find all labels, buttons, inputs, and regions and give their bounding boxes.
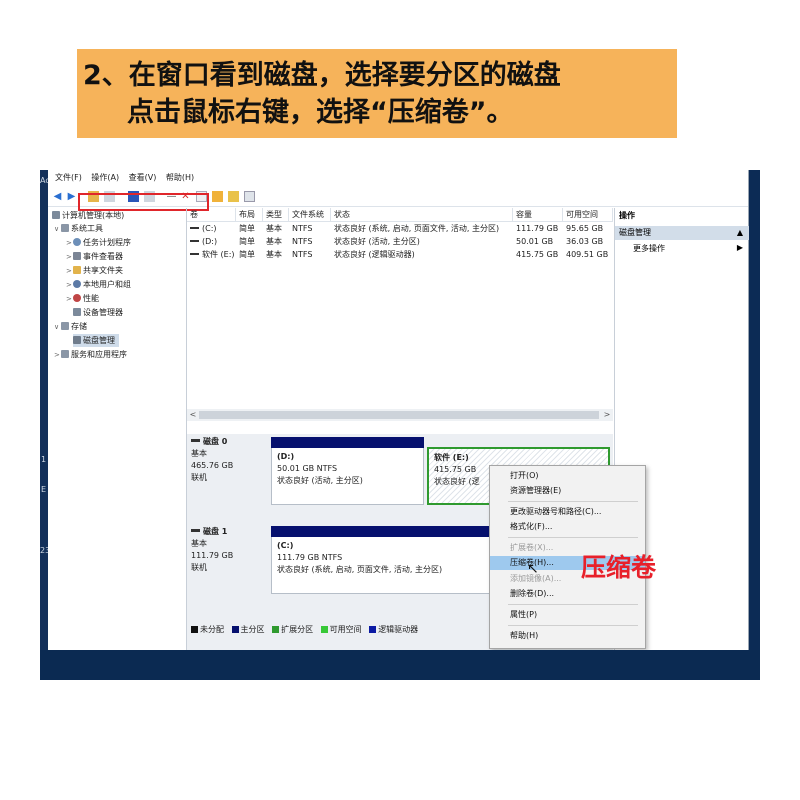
- menu-file[interactable]: 文件(F): [55, 173, 82, 182]
- horizontal-scrollbar[interactable]: < >: [187, 409, 613, 421]
- disk-management-icon: [73, 336, 81, 344]
- back-arrow-icon[interactable]: ◀: [52, 191, 63, 202]
- desktop-fragment: 1: [41, 455, 47, 464]
- menu-action[interactable]: 操作(A): [91, 173, 119, 182]
- instruction-line-2: 点击鼠标右键，选择“压缩卷”。: [127, 97, 514, 128]
- menu-item-delete[interactable]: 删除卷(D)...: [490, 587, 645, 601]
- volume-list-header: 卷 布局 类型 文件系统 状态 容量 可用空间: [187, 208, 613, 222]
- column-header[interactable]: 容量: [513, 208, 563, 221]
- menu-separator: [508, 625, 638, 626]
- tree-item-performance[interactable]: > 性能: [66, 292, 99, 305]
- event-viewer-icon: [73, 252, 81, 260]
- legend-swatch: [272, 626, 280, 633]
- volume-icon: [190, 253, 199, 255]
- tree-item-local-users[interactable]: > 本地用户和组: [66, 278, 131, 291]
- desktop-background: [40, 650, 760, 680]
- legend-swatch: [231, 626, 239, 633]
- chevron-right-icon[interactable]: >: [66, 265, 73, 278]
- performance-icon: [73, 294, 81, 302]
- collapse-icon[interactable]: ▲: [737, 226, 743, 240]
- column-header[interactable]: 卷: [187, 208, 236, 221]
- volume-icon: [190, 240, 199, 242]
- volume-icon: [190, 227, 199, 229]
- menu-view[interactable]: 查看(V): [129, 173, 157, 182]
- tree-item-task-scheduler[interactable]: > 任务计划程序: [66, 236, 131, 249]
- refresh-icon[interactable]: [228, 191, 239, 202]
- disk-icon: [191, 529, 200, 532]
- menu-item-help[interactable]: 帮助(H): [490, 629, 645, 643]
- table-row[interactable]: (C:) 简单 基本 NTFS 状态良好 (系统, 启动, 页面文件, 活动, …: [187, 222, 613, 235]
- services-icon: [61, 350, 69, 358]
- navigation-tree: 计算机管理(本地) ∨ 系统工具 > 任务计划程序 > 事件查看器 > 共享文件夹 > 本…: [48, 208, 187, 650]
- legend-swatch: [191, 626, 198, 633]
- tools-icon: [61, 224, 69, 232]
- column-header[interactable]: 类型: [263, 208, 289, 221]
- menu-item-open[interactable]: 打开(O): [490, 469, 645, 483]
- partition-legend: 未分配 主分区 扩展分区 可用空间 逻辑驱动器: [191, 624, 418, 635]
- tree-item-event-viewer[interactable]: > 事件查看器: [66, 250, 123, 263]
- chevron-down-icon[interactable]: ∨: [54, 223, 61, 236]
- desktop-fragment: E: [41, 485, 47, 494]
- desktop-strip: Ac 1 E 23: [40, 170, 50, 680]
- column-header[interactable]: 布局: [236, 208, 263, 221]
- tree-item-system-tools[interactable]: ∨ 系统工具: [54, 222, 103, 235]
- menu-item-properties[interactable]: 属性(P): [490, 608, 645, 622]
- menu-help[interactable]: 帮助(H): [166, 173, 194, 182]
- menu-separator: [508, 501, 638, 502]
- screenshot: Ac 1 E 23 文件(F) 操作(A) 查看(V) 帮助(H) ◀ ▶ — …: [40, 170, 760, 680]
- scroll-right-icon[interactable]: >: [601, 409, 613, 421]
- column-header[interactable]: 可用空间: [563, 208, 613, 221]
- tree-item-root[interactable]: 计算机管理(本地): [52, 209, 124, 222]
- chevron-right-icon[interactable]: >: [66, 293, 73, 306]
- menu-separator: [508, 604, 638, 605]
- clock-icon: [73, 238, 81, 246]
- shared-folder-icon: [73, 266, 81, 274]
- instruction-banner: 2、在窗口看到磁盘，选择要分区的磁盘 点击鼠标右键，选择“压缩卷”。: [77, 49, 677, 138]
- partition-d[interactable]: (D:) 50.01 GB NTFS 状态良好 (活动, 主分区): [271, 437, 424, 505]
- tree-item-storage[interactable]: ∨ 存储: [54, 320, 87, 333]
- disk-1-label[interactable]: 磁盘 1 基本 111.79 GB 联机: [191, 526, 267, 574]
- legend-swatch: [369, 626, 377, 633]
- chevron-right-icon[interactable]: >: [66, 237, 73, 250]
- actions-title: 操作: [619, 211, 635, 220]
- chevron-right-icon[interactable]: >: [54, 349, 61, 362]
- mouse-pointer-icon: ↖: [527, 561, 539, 577]
- partition-bar: [428, 447, 609, 449]
- computer-icon: [52, 211, 60, 219]
- menu-item-change-letter[interactable]: 更改驱动器号和路径(C)...: [490, 505, 645, 519]
- tree-item-services-apps[interactable]: > 服务和应用程序: [54, 348, 127, 361]
- actions-section-disk-management[interactable]: 磁盘管理 ▲: [615, 226, 749, 240]
- column-header[interactable]: 状态: [331, 208, 513, 221]
- scrollbar-thumb[interactable]: [199, 411, 599, 419]
- menu-item-explore[interactable]: 资源管理器(E): [490, 484, 645, 498]
- submenu-arrow-icon[interactable]: ▶: [737, 243, 743, 252]
- tree-item-disk-management[interactable]: 磁盘管理: [73, 334, 119, 347]
- users-icon: [73, 280, 81, 288]
- chevron-right-icon[interactable]: >: [66, 251, 73, 264]
- search-icon[interactable]: [212, 191, 223, 202]
- more-actions-link[interactable]: 更多操作: [633, 243, 665, 254]
- chevron-down-icon[interactable]: ∨: [54, 321, 61, 334]
- disk-icon: [191, 439, 200, 442]
- shrink-volume-callout: 压缩卷: [581, 553, 657, 582]
- table-row[interactable]: 软件 (E:) 简单 基本 NTFS 状态良好 (逻辑驱动器) 415.75 G…: [187, 248, 613, 261]
- device-manager-icon: [73, 308, 81, 316]
- disk-0-label[interactable]: 磁盘 0 基本 465.76 GB 联机: [191, 436, 267, 484]
- forward-arrow-icon[interactable]: ▶: [66, 191, 77, 202]
- storage-icon: [61, 322, 69, 330]
- instruction-line-1: 2、在窗口看到磁盘，选择要分区的磁盘: [83, 60, 561, 91]
- tree-item-shared-folders[interactable]: > 共享文件夹: [66, 264, 123, 277]
- table-row[interactable]: (D:) 简单 基本 NTFS 状态良好 (活动, 主分区) 50.01 GB …: [187, 235, 613, 248]
- tree-item-device-manager[interactable]: 设备管理器: [73, 306, 123, 319]
- partition-bar: [271, 437, 424, 448]
- chevron-right-icon[interactable]: >: [66, 279, 73, 292]
- scroll-left-icon[interactable]: <: [187, 409, 199, 421]
- menu-separator: [508, 537, 638, 538]
- legend-swatch: [320, 626, 328, 633]
- menu-item-format[interactable]: 格式化(F)...: [490, 520, 645, 534]
- column-header[interactable]: 文件系统: [289, 208, 331, 221]
- help-icon[interactable]: [244, 191, 255, 202]
- menu-bar: 文件(F) 操作(A) 查看(V) 帮助(H): [48, 172, 194, 186]
